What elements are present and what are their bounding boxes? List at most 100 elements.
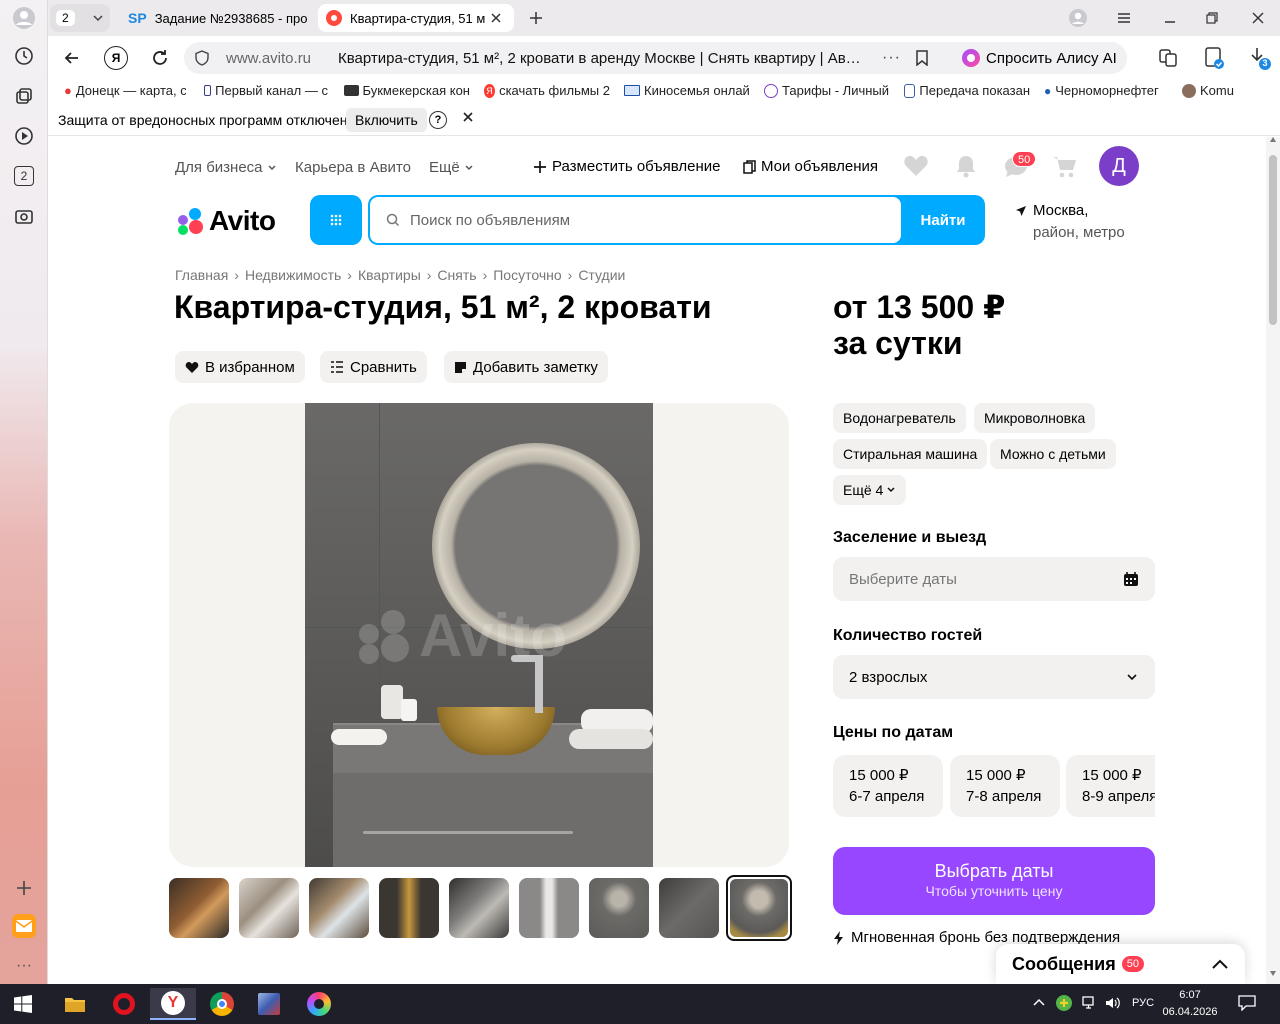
breadcrumb-link[interactable]: Снять	[437, 267, 476, 283]
breadcrumb-link[interactable]: Квартиры	[358, 267, 421, 283]
profile-icon[interactable]	[12, 6, 36, 30]
help-icon[interactable]: ?	[429, 111, 447, 129]
tray-app-icon[interactable]	[1056, 995, 1072, 1011]
bookmark-item[interactable]: Первый канал — с	[204, 83, 328, 98]
choose-dates-button[interactable]: Выбрать даты Чтобы уточнить цену	[833, 847, 1155, 915]
notifications-icon[interactable]	[1238, 995, 1256, 1011]
compare-button[interactable]: Сравнить	[320, 351, 427, 383]
enable-protection-button[interactable]: Включить	[346, 108, 427, 132]
chevron-up-icon[interactable]	[1211, 958, 1229, 970]
grid-dots-icon	[330, 214, 342, 226]
nav-business[interactable]: Для бизнеса	[175, 159, 277, 176]
url-more-icon[interactable]: ···	[882, 49, 901, 67]
thumbnail-1[interactable]	[169, 878, 229, 938]
history-icon[interactable]	[12, 44, 36, 68]
url-domain: www.avito.ru	[226, 49, 312, 67]
volume-icon[interactable]	[1105, 996, 1121, 1010]
bookmark-item[interactable]: Тарифы - Личный	[764, 83, 890, 98]
thumbnail-4[interactable]	[379, 878, 439, 938]
photo-gallery[interactable]: Avito	[169, 403, 789, 867]
reload-icon[interactable]	[150, 48, 170, 68]
drop-icon: ●	[1044, 83, 1052, 98]
scrollbar-thumb[interactable]	[1269, 155, 1277, 325]
thumbnail-9-selected[interactable]	[726, 875, 792, 941]
favorite-button[interactable]: В избранном	[175, 351, 305, 383]
bookmark-item[interactable]: Киносемья онлай	[624, 83, 750, 98]
clock[interactable]: 6:07 06.04.2026	[1160, 987, 1220, 1021]
tab-task[interactable]: SP Задание №2938685 - про	[120, 4, 308, 32]
nav-more[interactable]: Ещё	[429, 159, 474, 176]
date-range: 7-8 апреля	[966, 788, 1042, 805]
page-scrollbar[interactable]	[1266, 137, 1280, 984]
thumbnail-6[interactable]	[519, 878, 579, 938]
menu-icon[interactable]	[1110, 4, 1138, 32]
tray-chevron-up-icon[interactable]	[1033, 998, 1045, 1006]
bookmark-item[interactable]: Яскачать фильмы 2	[484, 83, 610, 98]
add-panel-icon[interactable]	[12, 876, 36, 900]
categories-button[interactable]	[310, 195, 362, 245]
messenger-widget[interactable]: Сообщения 50	[996, 944, 1245, 984]
date-price-card[interactable]: 15 000 ₽ 6-7 апреля	[833, 755, 943, 817]
bookmark-item[interactable]: ● Донецк — карта, с	[64, 83, 186, 98]
collections-icon[interactable]	[12, 84, 36, 108]
close-tab-icon[interactable]	[490, 12, 502, 24]
bookmark-item[interactable]: ● Черноморнефтег	[1044, 83, 1168, 98]
add-note-button[interactable]: Добавить заметку	[444, 351, 608, 383]
breadcrumb-link[interactable]: Посуточно	[493, 267, 561, 283]
site-info-icon[interactable]	[194, 50, 210, 66]
nav-career[interactable]: Карьера в Авито	[295, 159, 411, 176]
avito-logo[interactable]: Avito	[175, 205, 276, 237]
thumbnail-8[interactable]	[659, 878, 719, 938]
tab-avito-active[interactable]: Квартира-студия, 51 м	[318, 4, 514, 32]
breadcrumb-link[interactable]: Главная	[175, 267, 228, 283]
close-infobar-icon[interactable]	[462, 111, 474, 123]
tabs-count-icon[interactable]: 2	[12, 164, 36, 188]
heart-icon	[185, 361, 199, 373]
account-icon[interactable]	[1064, 4, 1092, 32]
tariff-icon	[764, 83, 778, 98]
color-app-icon[interactable]	[296, 988, 342, 1020]
search-input[interactable]: Поиск по объявлениям	[370, 197, 901, 243]
close-window-button[interactable]	[1244, 4, 1272, 32]
tab-group[interactable]: 2	[50, 4, 110, 32]
video-icon[interactable]	[12, 124, 36, 148]
yandex-icon[interactable]: Я	[104, 46, 128, 70]
bookmark-item[interactable]: Букмекерская кон	[344, 83, 470, 98]
thumbnail-7[interactable]	[589, 878, 649, 938]
opera-icon[interactable]	[101, 988, 147, 1020]
breadcrumb-link[interactable]: Студии	[578, 267, 625, 283]
back-icon[interactable]	[62, 48, 82, 68]
windows-start-icon[interactable]	[0, 988, 46, 1020]
app-icon[interactable]	[246, 988, 292, 1020]
thumbnail-2[interactable]	[239, 878, 299, 938]
date-price-card[interactable]: 15 000 ₽ 8-9 апреля	[1066, 755, 1155, 817]
avito-logo-dots-icon	[178, 208, 203, 235]
network-icon[interactable]	[1082, 996, 1098, 1010]
thumbnail-3[interactable]	[309, 878, 369, 938]
new-tab-button[interactable]	[522, 4, 550, 32]
downloads-icon[interactable]: 3	[1248, 46, 1272, 70]
mail-icon[interactable]	[12, 914, 36, 938]
breadcrumb-link[interactable]: Недвижимость	[245, 267, 341, 283]
screenshot-icon[interactable]	[12, 204, 36, 228]
extension-icon[interactable]	[1204, 46, 1226, 70]
alice-button[interactable]: Спросить Алису AI	[952, 42, 1127, 74]
minimize-button[interactable]	[1156, 4, 1184, 32]
main-photo[interactable]: Avito	[305, 403, 653, 867]
translate-icon[interactable]	[1158, 48, 1178, 68]
monitor-icon	[624, 85, 640, 96]
thumbnail-5[interactable]	[449, 878, 509, 938]
language-indicator[interactable]: РУС	[1132, 997, 1154, 1009]
yandex-browser-taskbar-icon[interactable]: Y	[150, 988, 196, 1020]
restore-button[interactable]	[1198, 4, 1226, 32]
bookmark-item[interactable]: Komu	[1182, 83, 1254, 98]
more-icon[interactable]: ···	[12, 954, 36, 978]
bookmark-item[interactable]: Передача показан	[904, 83, 1030, 98]
tab-label: Задание №2938685 - про	[154, 10, 308, 26]
chrome-icon[interactable]	[199, 988, 245, 1020]
post-ad-link[interactable]: Разместить объявление	[533, 158, 720, 175]
bookmark-icon[interactable]	[915, 50, 929, 66]
explorer-icon[interactable]	[52, 988, 98, 1020]
url-bar[interactable]: www.avito.ru Квартира-студия, 51 м², 2 к…	[184, 42, 994, 74]
date-price-card[interactable]: 15 000 ₽ 7-8 апреля	[950, 755, 1060, 817]
